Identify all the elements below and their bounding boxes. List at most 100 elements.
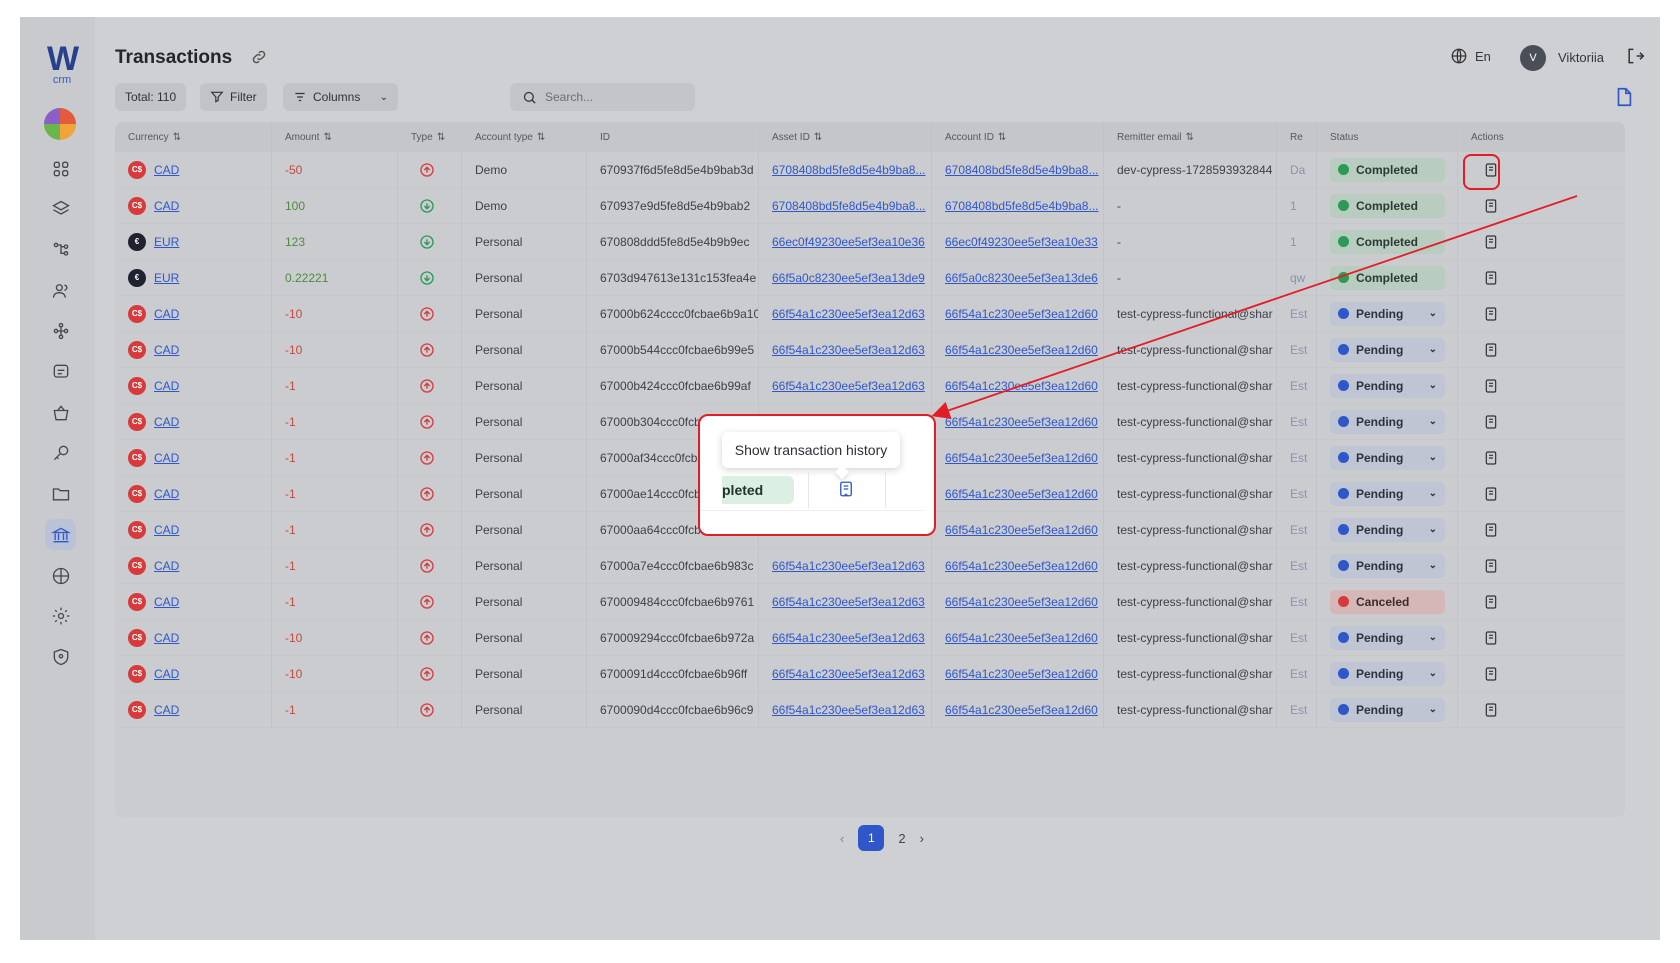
account-id-link[interactable]: 66f54a1c230ee5ef3ea12d60 — [945, 523, 1098, 537]
column-header[interactable]: Account ID ⇅ — [932, 122, 1104, 152]
transaction-history-icon[interactable] — [1483, 342, 1499, 358]
sidebar-item-folder[interactable] — [45, 479, 76, 510]
sidebar-item-shield[interactable] — [45, 641, 76, 672]
account-id-link[interactable]: 66f5a0c8230ee5ef3ea13de6 — [945, 271, 1098, 285]
account-id-link[interactable]: 66f54a1c230ee5ef3ea12d60 — [945, 415, 1098, 429]
currency-link[interactable]: CAD — [154, 163, 179, 177]
sort-icon[interactable]: ⇅ — [1185, 132, 1193, 143]
account-id-link[interactable]: 6708408bd5fe8d5e4b9ba8... — [945, 199, 1099, 213]
account-id-link[interactable]: 66f54a1c230ee5ef3ea12d60 — [945, 631, 1098, 645]
currency-link[interactable]: CAD — [154, 523, 179, 537]
transaction-history-icon[interactable] — [1483, 630, 1499, 646]
column-header[interactable]: Type ⇅ — [398, 122, 462, 152]
link-icon[interactable] — [250, 48, 268, 66]
logo[interactable]: W crm — [44, 42, 80, 86]
status-badge[interactable]: Pending ⌄ — [1330, 373, 1445, 398]
transaction-history-icon[interactable] — [1483, 270, 1499, 286]
asset-id-link[interactable]: 66f54a1c230ee5ef3ea12d63 — [772, 343, 925, 357]
currency-link[interactable]: CAD — [154, 487, 179, 501]
next-page-icon[interactable]: › — [920, 831, 924, 846]
currency-link[interactable]: CAD — [154, 667, 179, 681]
account-id-link[interactable]: 66f54a1c230ee5ef3ea12d60 — [945, 343, 1098, 357]
status-badge[interactable]: Pending ⌄ — [1330, 445, 1445, 470]
asset-id-link[interactable]: 66ec0f49230ee5ef3ea10e36 — [772, 235, 925, 249]
sort-icon[interactable]: ⇅ — [537, 132, 545, 143]
column-header[interactable]: Currency ⇅ — [115, 122, 272, 152]
column-header[interactable]: Asset ID ⇅ — [759, 122, 932, 152]
sort-icon[interactable]: ⇅ — [173, 132, 181, 143]
column-header[interactable]: Amount ⇅ — [272, 122, 398, 152]
currency-link[interactable]: CAD — [154, 307, 179, 321]
asset-id-link[interactable]: 6708408bd5fe8d5e4b9ba8... — [772, 163, 926, 177]
transaction-history-icon[interactable] — [1483, 414, 1499, 430]
sort-icon[interactable]: ⇅ — [437, 132, 445, 143]
account-id-link[interactable]: 6708408bd5fe8d5e4b9ba8... — [945, 163, 1099, 177]
asset-id-link[interactable]: 66f54a1c230ee5ef3ea12d63 — [772, 559, 925, 573]
column-header[interactable]: Remitter email ⇅ — [1104, 122, 1277, 152]
sidebar-item-network[interactable] — [45, 316, 76, 347]
status-badge[interactable]: Pending ⌄ — [1330, 661, 1445, 686]
asset-id-link[interactable]: 6708408bd5fe8d5e4b9ba8... — [772, 199, 926, 213]
status-badge[interactable]: Pending ⌄ — [1330, 409, 1445, 434]
transaction-history-icon[interactable] — [1483, 594, 1499, 610]
transaction-history-icon[interactable] — [1483, 450, 1499, 466]
status-badge[interactable]: Pending ⌄ — [1330, 481, 1445, 506]
account-id-link[interactable]: 66f54a1c230ee5ef3ea12d60 — [945, 379, 1098, 393]
page-1-button[interactable]: 1 — [858, 825, 885, 851]
status-badge[interactable]: Pending ⌄ — [1330, 553, 1445, 578]
sidebar-item-dashboard[interactable] — [45, 153, 76, 184]
asset-id-link[interactable]: 66f54a1c230ee5ef3ea12d63 — [772, 379, 925, 393]
sidebar-item-chat[interactable] — [45, 357, 76, 388]
currency-link[interactable]: EUR — [154, 235, 179, 249]
status-badge[interactable]: Pending ⌄ — [1330, 697, 1445, 722]
currency-link[interactable]: CAD — [154, 415, 179, 429]
currency-link[interactable]: CAD — [154, 343, 179, 357]
transaction-history-icon[interactable] — [1483, 666, 1499, 682]
user-name[interactable]: Viktoriia — [1558, 50, 1604, 65]
asset-id-link[interactable]: 66f54a1c230ee5ef3ea12d63 — [772, 595, 925, 609]
asset-id-link[interactable]: 66f54a1c230ee5ef3ea12d63 — [772, 667, 925, 681]
filter-button[interactable]: Filter — [200, 83, 267, 111]
account-id-link[interactable]: 66f54a1c230ee5ef3ea12d60 — [945, 595, 1098, 609]
transaction-history-icon[interactable] — [1483, 522, 1499, 538]
language-selector[interactable]: En — [1450, 47, 1491, 65]
sidebar-item-settings[interactable] — [45, 601, 76, 632]
asset-id-link[interactable]: 66f54a1c230ee5ef3ea12d63 — [772, 631, 925, 645]
sidebar-item-key[interactable] — [45, 438, 76, 469]
sidebar-item-hierarchy[interactable] — [45, 234, 76, 265]
search-input[interactable]: Search... — [510, 83, 695, 111]
currency-link[interactable]: CAD — [154, 559, 179, 573]
account-id-link[interactable]: 66f54a1c230ee5ef3ea12d60 — [945, 307, 1098, 321]
transaction-history-icon[interactable] — [1483, 702, 1499, 718]
account-id-link[interactable]: 66f54a1c230ee5ef3ea12d60 — [945, 703, 1098, 717]
account-id-link[interactable]: 66f54a1c230ee5ef3ea12d60 — [945, 667, 1098, 681]
sidebar-item-layers[interactable] — [45, 194, 76, 225]
account-id-link[interactable]: 66f54a1c230ee5ef3ea12d60 — [945, 451, 1098, 465]
transaction-history-icon[interactable] — [837, 480, 855, 498]
sidebar-item-box[interactable] — [45, 560, 76, 591]
status-badge[interactable]: Pending ⌄ — [1330, 517, 1445, 542]
asset-id-link[interactable]: 66f54a1c230ee5ef3ea12d63 — [772, 703, 925, 717]
sidebar-item-basket[interactable] — [45, 397, 76, 428]
currency-link[interactable]: CAD — [154, 451, 179, 465]
account-id-link[interactable]: 66ec0f49230ee5ef3ea10e33 — [945, 235, 1098, 249]
export-icon[interactable] — [1613, 86, 1635, 108]
sort-icon[interactable]: ⇅ — [814, 132, 822, 143]
status-badge[interactable]: Pending ⌄ — [1330, 625, 1445, 650]
columns-button[interactable]: Columns ⌄ — [283, 83, 398, 111]
logout-icon[interactable] — [1625, 46, 1645, 66]
sidebar-item-users[interactable] — [45, 275, 76, 306]
currency-link[interactable]: CAD — [154, 199, 179, 213]
column-header[interactable]: Account type ⇅ — [462, 122, 587, 152]
status-badge[interactable]: Pending ⌄ — [1330, 337, 1445, 362]
prev-page-icon[interactable]: ‹ — [840, 831, 844, 846]
transaction-history-icon[interactable] — [1483, 306, 1499, 322]
sort-icon[interactable]: ⇅ — [998, 132, 1006, 143]
brand-pie-icon[interactable] — [44, 108, 76, 140]
transaction-history-icon[interactable] — [1483, 198, 1499, 214]
transaction-history-icon[interactable] — [1483, 378, 1499, 394]
asset-id-link[interactable]: 66f54a1c230ee5ef3ea12d63 — [772, 307, 925, 321]
status-badge[interactable]: Pending ⌄ — [1330, 301, 1445, 326]
page-2-button[interactable]: 2 — [898, 831, 905, 846]
sidebar-item-bank[interactable] — [45, 519, 76, 551]
